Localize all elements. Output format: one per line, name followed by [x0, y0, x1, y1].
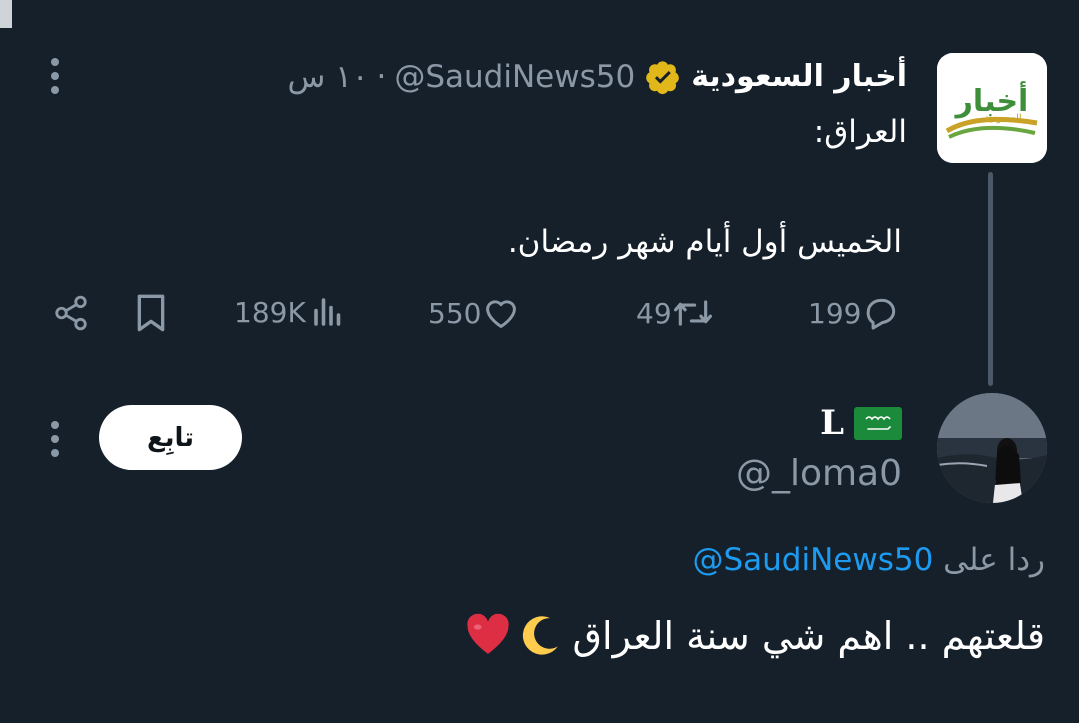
- parent-tweet-header: أخبار السعودية @SaudiNews50 · ١٠ س: [287, 57, 907, 97]
- more-icon: [51, 421, 59, 429]
- parent-tweet-text-line2: الخميس أول أيام شهر رمضان.: [507, 224, 902, 260]
- retweet-count: 49: [636, 296, 672, 330]
- reply-more-button[interactable]: [48, 421, 62, 457]
- thread-connector-line: [988, 172, 993, 386]
- bookmark-button[interactable]: [134, 293, 168, 333]
- view-count: 189K: [234, 295, 306, 329]
- tweet-thread: أخبار السعودية أخبار السعودية @SaudiNews…: [0, 0, 1079, 723]
- crescent-moon-emoji: [522, 616, 558, 655]
- reply-tweet-text: قلعتهم .. اهم شي سنة العراق: [465, 612, 1045, 660]
- reply-text-content: قلعتهم .. اهم شي سنة العراق: [572, 614, 1045, 658]
- views-button[interactable]: 189K: [234, 294, 346, 330]
- retweet-icon: [673, 300, 712, 326]
- news-logo-subtext: السعودية: [984, 113, 1021, 124]
- replying-label: ردا على: [943, 542, 1045, 578]
- parent-handle[interactable]: @SaudiNews50: [394, 57, 635, 97]
- bookmark-icon: [137, 294, 165, 332]
- share-button[interactable]: [52, 293, 90, 333]
- verified-badge-icon[interactable]: [645, 59, 681, 95]
- more-icon: [51, 58, 59, 66]
- retweet-button[interactable]: 49: [636, 294, 714, 332]
- saudi-flag-icon: [854, 406, 902, 440]
- replying-to-handle-link[interactable]: @SaudiNews50: [692, 542, 933, 578]
- reply-display-name[interactable]: L: [820, 403, 844, 443]
- follow-button[interactable]: تابِع: [99, 405, 242, 470]
- reply-count: 199: [808, 296, 862, 330]
- like-button[interactable]: 550: [428, 294, 521, 332]
- news-account-avatar[interactable]: أخبار السعودية: [937, 53, 1047, 163]
- share-icon: [55, 295, 87, 331]
- reply-handle[interactable]: @_loma0: [736, 453, 902, 494]
- parent-timestamp[interactable]: ١٠ س: [287, 57, 368, 97]
- user-avatar[interactable]: [937, 393, 1047, 503]
- red-heart-emoji: [466, 613, 509, 654]
- parent-display-name[interactable]: أخبار السعودية: [691, 57, 907, 97]
- views-icon: [314, 298, 341, 326]
- top-edge-strip: [0, 0, 12, 28]
- replying-to-line: ردا على @SaudiNews50: [692, 540, 1045, 580]
- like-count: 550: [428, 296, 482, 330]
- parent-more-button[interactable]: [48, 58, 62, 94]
- reply-icon: [867, 298, 896, 330]
- parent-tweet-text-line1: العراق:: [813, 114, 907, 150]
- header-separator: ·: [376, 59, 387, 95]
- reply-user-name-row: L: [820, 403, 902, 443]
- heart-icon: [486, 300, 517, 328]
- reply-button[interactable]: 199: [808, 294, 901, 332]
